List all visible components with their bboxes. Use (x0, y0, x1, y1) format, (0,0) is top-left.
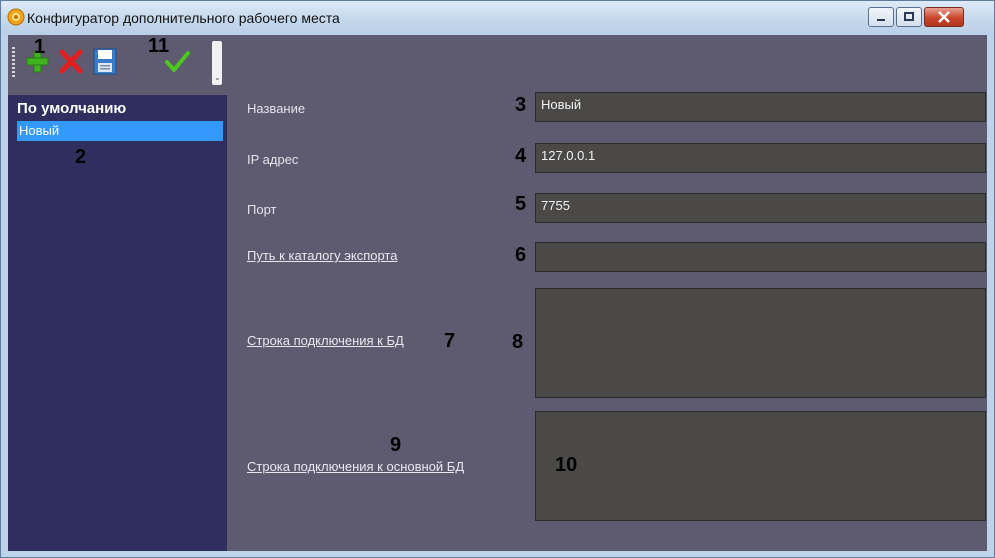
maximize-button[interactable] (896, 7, 922, 27)
sidebar: По умолчанию Новый (8, 95, 227, 551)
marker-6: 6 (515, 244, 527, 266)
ip-field[interactable]: 127.0.0.1 (535, 143, 986, 173)
marker-5: 5 (515, 193, 527, 215)
db-connection-link[interactable]: Строка подключения к БД (247, 333, 404, 348)
marker-2: 2 (75, 146, 87, 168)
minimize-button[interactable] (868, 7, 894, 27)
marker-7: 7 (444, 330, 456, 352)
minimize-icon (877, 19, 885, 21)
sidebar-header[interactable]: По умолчанию (17, 100, 126, 117)
cross-icon[interactable] (56, 45, 86, 77)
ip-label: IP адрес (247, 152, 299, 167)
close-button[interactable] (924, 7, 964, 27)
maximize-icon (904, 12, 914, 21)
export-path-link[interactable]: Путь к каталогу экспорта (247, 248, 397, 263)
marker-9: 9 (390, 434, 402, 456)
close-icon (938, 11, 950, 23)
floppy-icon[interactable] (90, 45, 120, 77)
port-field[interactable]: 7755 (535, 193, 986, 223)
db-connection-field[interactable] (535, 288, 986, 398)
sidebar-item-new[interactable]: Новый (17, 121, 223, 141)
app-gear-icon (7, 8, 25, 26)
title-bar[interactable]: Конфигуратор дополнительного рабочего ме… (1, 1, 994, 35)
client-area: ⌄ По умолчанию Новый Название Новый IP а… (8, 35, 987, 551)
marker-8: 8 (512, 331, 524, 353)
port-label: Порт (247, 202, 277, 217)
name-field[interactable]: Новый (535, 92, 986, 122)
export-path-field[interactable] (535, 242, 986, 272)
app-window: Конфигуратор дополнительного рабочего ме… (0, 0, 995, 558)
main-db-connection-field[interactable] (535, 411, 986, 521)
marker-4: 4 (515, 145, 527, 167)
chevron-down-icon: ⌄ (214, 73, 221, 82)
marker-1: 1 (34, 36, 46, 58)
marker-3: 3 (515, 94, 527, 116)
window-title: Конфигуратор дополнительного рабочего ме… (27, 10, 340, 26)
main-db-connection-link[interactable]: Строка подключения к основной БД (247, 459, 464, 474)
marker-10: 10 (555, 454, 578, 476)
toolbar-overflow-button[interactable]: ⌄ (212, 41, 222, 85)
toolbar-grip[interactable] (12, 47, 15, 79)
name-label: Название (247, 101, 306, 116)
marker-11: 11 (148, 35, 170, 57)
